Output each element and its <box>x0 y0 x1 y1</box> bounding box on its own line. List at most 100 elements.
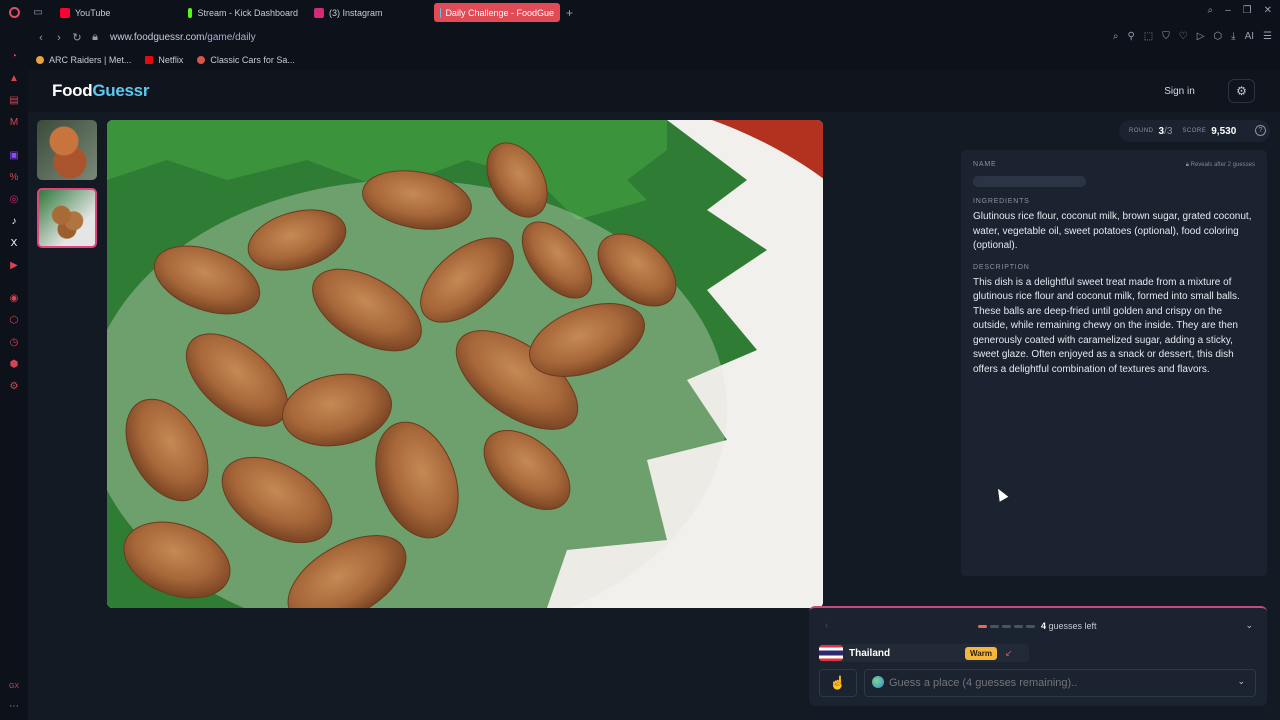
snapshot-icon[interactable]: ⬚ <box>1144 31 1153 42</box>
x-twitter-icon[interactable]: X <box>8 238 20 250</box>
tab-youtube[interactable]: YouTube <box>54 3 178 22</box>
chevron-left-icon[interactable]: ‹ <box>825 620 828 630</box>
round-label: ROUND <box>1129 128 1154 134</box>
forward-icon[interactable]: › <box>50 32 68 44</box>
window-controls: ⌕ – ❐ ✕ <box>1207 5 1272 16</box>
round-score-bar: ROUND 3/3 SCORE 9,530 ? <box>1119 120 1270 142</box>
search-icon[interactable]: ⌕ <box>1207 5 1213 16</box>
chevron-down-icon[interactable]: ⌄ <box>1245 620 1253 631</box>
guess-dot <box>1026 625 1035 628</box>
foodguessr-logo[interactable]: FoodGuessr <box>52 81 149 101</box>
hot-tabs-icon[interactable]: ⬢ <box>8 359 20 371</box>
food-thumbnail-2[interactable] <box>37 188 97 248</box>
zoom-icon[interactable]: ⌕ <box>1113 31 1119 42</box>
dropdown-chevron-icon[interactable]: ⌄ <box>1237 676 1245 687</box>
hand-icon: ☝ <box>829 675 847 690</box>
browser-sidebar: ◔ ▲ ▤ M ▣ % ◎ ♪ X ▶ ◉ ⬡ ◷ ⬢ ⚙ GX ⋯ <box>0 25 28 720</box>
opera-logo-icon[interactable] <box>0 0 28 25</box>
instagram-icon <box>314 7 324 18</box>
new-tab-button[interactable]: + <box>566 6 573 20</box>
bookmarks-bar: ARC Raiders | Met... Netflix Classic Car… <box>28 50 1280 70</box>
bookmark-classic-cars[interactable]: Classic Cars for Sa... <box>197 55 295 65</box>
reveal-note: 🔒︎ Reveals after 2 guesses <box>1186 162 1255 169</box>
close-icon[interactable]: ✕ <box>1264 5 1272 16</box>
play-icon[interactable]: ▷ <box>1197 31 1205 42</box>
logo-guessr: Guessr <box>92 81 150 100</box>
gear-icon: ⚙ <box>1236 84 1247 98</box>
tab-menu-icon[interactable]: ▭ <box>28 7 48 18</box>
url-path: /game/daily <box>204 32 256 43</box>
messenger-icon[interactable]: M <box>8 117 20 129</box>
food-thumbnail-1[interactable] <box>37 120 97 180</box>
logo-food: Food <box>52 81 93 100</box>
guess-panel: ‹ 4 guesses left ⌄ Thailand Warm ↙ ☝ ⌄ <box>809 606 1267 706</box>
reveal-note-text: Reveals after 2 guesses <box>1190 162 1255 168</box>
minimize-icon[interactable]: – <box>1225 5 1231 16</box>
bookmark-arc-raiders[interactable]: ARC Raiders | Met... <box>36 55 131 65</box>
heart-icon[interactable]: ♡ <box>1179 31 1188 42</box>
dish-info-card: NAME 🔒︎ Reveals after 2 guesses INGREDIE… <box>961 150 1267 576</box>
name-hidden-placeholder <box>973 176 1086 187</box>
bookmark-favicon-icon <box>36 56 44 64</box>
history-icon[interactable]: ◷ <box>8 337 20 349</box>
extensions-icon[interactable]: ⬡ <box>1213 31 1222 42</box>
help-icon[interactable]: ? <box>1255 125 1266 136</box>
guess-dot <box>978 625 987 628</box>
bookmark-label: Classic Cars for Sa... <box>210 55 295 65</box>
guesses-left-label: guesses left <box>1048 621 1097 631</box>
instagram-icon[interactable]: ◎ <box>8 194 20 206</box>
description-text: This dish is a delightful sweet treat ma… <box>973 276 1240 375</box>
download-icon[interactable]: ⤓ <box>1231 31 1235 42</box>
guess-country: Thailand <box>849 647 891 659</box>
kick-icon <box>188 7 193 18</box>
bookmark-label: ARC Raiders | Met... <box>49 55 132 65</box>
gx-corner-icon[interactable]: ▲ <box>8 73 20 85</box>
direction-arrow-icon: ↙ <box>1004 647 1013 658</box>
extensions-icon[interactable]: ⬡ <box>8 315 20 327</box>
globe-icon <box>872 676 884 688</box>
more-icon[interactable]: ⋯ <box>8 701 20 713</box>
description-label: DESCRIPTION <box>973 263 1030 271</box>
guess-dot <box>1002 625 1011 628</box>
shield-icon[interactable]: ⛉ <box>1162 31 1170 42</box>
guesses-left-count: 4 <box>1041 621 1047 631</box>
menu-icon[interactable]: ☰ <box>1263 31 1272 42</box>
back-icon[interactable]: ‹ <box>32 32 50 44</box>
score-value: 9,530 <box>1211 125 1237 137</box>
sign-in-button[interactable]: Sign in <box>1152 80 1207 102</box>
hint-button[interactable]: ☝ <box>819 669 857 697</box>
maximize-icon[interactable]: ❐ <box>1243 5 1252 16</box>
ai-button[interactable]: AI <box>1245 31 1254 42</box>
address-bar-actions: ⌕ ⚲ ⬚ ⛉ ♡ ▷ ⬡ ⤓ AI ☰ <box>1113 31 1272 42</box>
url-host: www.foodguessr.com <box>110 32 205 43</box>
guess-input[interactable] <box>864 669 1256 697</box>
score-label: SCORE <box>1182 128 1207 134</box>
tab-kick[interactable]: Stream - Kick Dashboard <box>182 3 304 22</box>
site-header: FoodGuessr Sign in ⚙ <box>28 70 1280 112</box>
speed-dial-icon[interactable]: ◔ <box>8 51 20 63</box>
url-field[interactable]: www.foodguessr.com/game/daily <box>110 32 256 43</box>
youtube-icon <box>60 7 70 18</box>
thailand-flag-icon <box>819 645 843 661</box>
netflix-icon <box>145 56 154 64</box>
youtube-icon[interactable]: ▶ <box>8 260 20 272</box>
temperature-badge: Warm <box>965 646 997 660</box>
tab-label: YouTube <box>75 7 111 18</box>
settings-icon[interactable]: ⚙ <box>8 381 20 393</box>
round-total: /3 <box>1164 125 1173 137</box>
lock-icon: 🔒︎ <box>92 31 98 43</box>
percent-icon[interactable]: % <box>8 172 20 184</box>
tab-instagram[interactable]: (3) Instagram <box>308 3 430 22</box>
reload-icon[interactable]: ↻ <box>68 31 86 44</box>
news-icon[interactable]: ▤ <box>8 95 20 107</box>
guess-progress-dots <box>978 625 1035 628</box>
bookmark-netflix[interactable]: Netflix <box>145 55 183 65</box>
bookmark-label: Netflix <box>158 55 184 65</box>
tab-foodguessr[interactable]: Daily Challenge - FoodGue <box>434 3 560 22</box>
ingredients-text: Glutinous rice flour, coconut milk, brow… <box>973 211 1252 251</box>
tiktok-icon[interactable]: ♪ <box>8 216 20 228</box>
player-icon[interactable]: ◉ <box>8 293 20 305</box>
pin-icon[interactable]: ⚲ <box>1127 31 1134 42</box>
twitch-icon[interactable]: ▣ <box>8 150 20 162</box>
settings-gear-button[interactable]: ⚙ <box>1228 79 1255 103</box>
